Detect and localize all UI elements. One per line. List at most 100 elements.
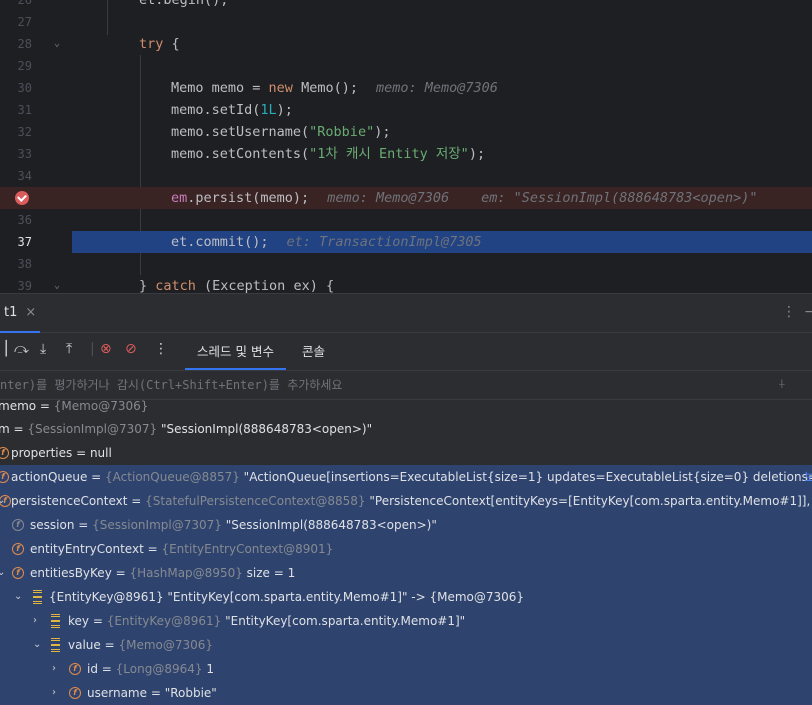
code-text: ); bbox=[374, 124, 391, 140]
more-options-icon[interactable]: ⋮ bbox=[782, 304, 796, 320]
var-value: "EntityKey[com.sparta.entity.Memo#1]" bbox=[221, 614, 466, 628]
tab-label: t1 bbox=[4, 305, 18, 320]
view-breakpoints-icon[interactable]: ⊗ bbox=[100, 341, 112, 357]
var-ref: {HashMap@8950} bbox=[129, 566, 243, 580]
var-name: memo bbox=[0, 400, 37, 413]
code-line: 30 Memo memo = new Memo(); memo: Memo@730… bbox=[0, 77, 812, 99]
code-text: ); bbox=[276, 102, 293, 118]
chevron-right-icon[interactable]: › bbox=[52, 681, 56, 705]
code-text: memo.setId( bbox=[171, 102, 261, 118]
field-name: em bbox=[171, 190, 188, 206]
var-eq: = bbox=[127, 494, 146, 508]
list-item[interactable]: › f id = {Long@8964} 1 bbox=[0, 657, 812, 681]
list-item[interactable]: › f username = "Robbie" bbox=[0, 681, 812, 705]
keyword: try bbox=[139, 36, 164, 52]
code-text: (Exception ex) { bbox=[195, 278, 335, 293]
var-name: key bbox=[68, 614, 90, 628]
list-item[interactable]: f session = {SessionImpl@7307} "SessionI… bbox=[0, 513, 812, 537]
step-over-icon[interactable]: ⤼ bbox=[14, 341, 29, 357]
code-editor[interactable]: 26 et.begin(); 27 28 ⌄ try { 29 30 Memo … bbox=[0, 0, 812, 293]
var-ref: {SessionImpl@7307} bbox=[92, 518, 222, 532]
var-value: "SessionImpl(888648783<open>)" bbox=[157, 422, 373, 436]
code-line: 33 memo.setContents("1차 캐시 Entity 저장"); bbox=[0, 143, 812, 165]
var-value: "PersistenceContext[entityKeys=[EntityKe… bbox=[369, 494, 812, 508]
var-ref: {EntityEntryContext@8901} bbox=[161, 542, 334, 556]
string-literal: "Robbie" bbox=[309, 124, 375, 140]
minimize-icon[interactable]: − bbox=[804, 304, 812, 320]
code-line: 29 bbox=[0, 55, 812, 77]
keyword: catch bbox=[155, 278, 196, 293]
code-line: 27 bbox=[0, 11, 812, 33]
field-icon: f bbox=[69, 687, 81, 699]
breakpoint-icon[interactable] bbox=[15, 191, 29, 205]
map-entry-icon bbox=[51, 638, 60, 652]
list-item[interactable]: ⌄ f entitiesByKey = {HashMap@8950} size … bbox=[0, 561, 812, 585]
evaluate-expression-bar[interactable]: nter)를 평가하거나 감시(Ctrl+Shift+Enter)를 추가하세요… bbox=[0, 370, 812, 400]
var-eq: = bbox=[97, 662, 116, 676]
code-line: 36 bbox=[0, 209, 812, 231]
chevron-right-icon[interactable]: › bbox=[33, 609, 37, 633]
list-item[interactable]: ⌄ {EntityKey@8961} "EntityKey[com.sparta… bbox=[0, 585, 812, 609]
line-number: 29 bbox=[17, 59, 32, 73]
tab-console[interactable]: 콘솔 bbox=[302, 333, 325, 370]
var-eq: = bbox=[100, 638, 119, 652]
var-name: id bbox=[87, 662, 98, 676]
field-icon: f bbox=[12, 519, 24, 531]
list-item[interactable]: m = {SessionImpl@7307} "SessionImpl(8886… bbox=[0, 417, 812, 441]
code-line: 39 ⌄ } catch (Exception ex) { bbox=[0, 275, 812, 293]
list-item[interactable]: ⌄ value = {Memo@7306} bbox=[0, 633, 812, 657]
more-options-icon[interactable]: ⋮ bbox=[154, 341, 168, 357]
list-item[interactable]: f entityEntryContext = {EntityEntryConte… bbox=[0, 537, 812, 561]
variables-tree[interactable]: memo = {Memo@7306} m = {SessionImpl@7307… bbox=[0, 400, 812, 705]
code-text: memo.setUsername( bbox=[171, 124, 310, 140]
line-number: 33 bbox=[17, 147, 32, 161]
fold-chevron-icon[interactable]: ⌄ bbox=[54, 275, 60, 293]
debug-session-tab[interactable]: t1 × bbox=[0, 294, 41, 333]
var-eq: = bbox=[87, 470, 106, 484]
code-text: et.commit(); bbox=[171, 234, 269, 250]
mute-breakpoints-icon[interactable]: ⊘ bbox=[125, 341, 137, 357]
line-number: 39 bbox=[17, 279, 32, 293]
view-link[interactable]: 보 bbox=[804, 465, 812, 489]
list-item[interactable]: f properties = null bbox=[0, 441, 812, 465]
chevron-down-icon[interactable]: ⌄ bbox=[0, 561, 5, 585]
line-number: 30 bbox=[17, 81, 32, 95]
var-ref: {StatefulPersistenceContext@8858} bbox=[145, 494, 366, 508]
var-name: persistenceContext bbox=[11, 494, 128, 508]
line-number: 27 bbox=[17, 15, 32, 29]
tab-threads-variables[interactable]: 스레드 및 변수 bbox=[185, 333, 286, 370]
var-ref: {Long@8964} bbox=[115, 662, 203, 676]
chevron-down-icon[interactable]: ⌄ bbox=[33, 633, 41, 657]
step-over-icon[interactable]: ▕ bbox=[0, 341, 7, 357]
inline-value-hint: et: TransactionImpl@7305 bbox=[286, 234, 482, 250]
var-name: properties bbox=[11, 446, 73, 460]
var-ref: {Memo@7306} bbox=[53, 400, 149, 413]
list-item[interactable]: f actionQueue = {ActionQueue@8857} "Acti… bbox=[0, 465, 812, 489]
step-into-icon[interactable]: ⤓ bbox=[40, 341, 46, 357]
step-out-icon[interactable]: ⤒ bbox=[66, 341, 72, 357]
close-icon[interactable]: × bbox=[25, 305, 36, 320]
var-eq: = bbox=[143, 542, 162, 556]
line-number: 34 bbox=[17, 169, 32, 183]
chevron-right-icon[interactable]: › bbox=[52, 657, 56, 681]
var-name: m bbox=[0, 422, 10, 436]
var-eq: = bbox=[72, 446, 90, 460]
list-item[interactable]: memo = {Memo@7306} bbox=[0, 400, 812, 418]
chevron-down-icon[interactable]: ⌄ bbox=[14, 585, 22, 609]
line-number: 38 bbox=[17, 257, 32, 271]
field-icon: f bbox=[69, 663, 81, 675]
var-name: username bbox=[87, 686, 147, 700]
var-ref: {SessionImpl@7307} bbox=[27, 422, 158, 436]
var-name: entityEntryContext bbox=[30, 542, 144, 556]
debug-toolbar: ▕ ⤼ ⤓ ⤒ | ⊗ ⊘ ⋮ 스레드 및 변수 콘솔 bbox=[0, 333, 812, 370]
code-line: 38 bbox=[0, 253, 812, 275]
evaluate-input-placeholder: nter)를 평가하거나 감시(Ctrl+Shift+Enter)를 추가하세요 bbox=[0, 378, 343, 392]
inline-value-hint: memo: Memo@7306 bbox=[327, 190, 450, 206]
fold-chevron-icon[interactable]: ⌄ bbox=[54, 33, 60, 55]
list-item[interactable]: ⌄ f persistenceContext = {StatefulPersis… bbox=[0, 489, 812, 513]
add-watch-icon[interactable]: ⍭ bbox=[778, 377, 786, 392]
list-item[interactable]: › key = {EntityKey@8961} "EntityKey[com.… bbox=[0, 609, 812, 633]
number-literal: 1L bbox=[260, 102, 277, 118]
field-icon: f bbox=[0, 495, 11, 507]
code-line-breakpoint: em.persist(memo); memo: Memo@7306 em: "Ses… bbox=[0, 187, 812, 209]
